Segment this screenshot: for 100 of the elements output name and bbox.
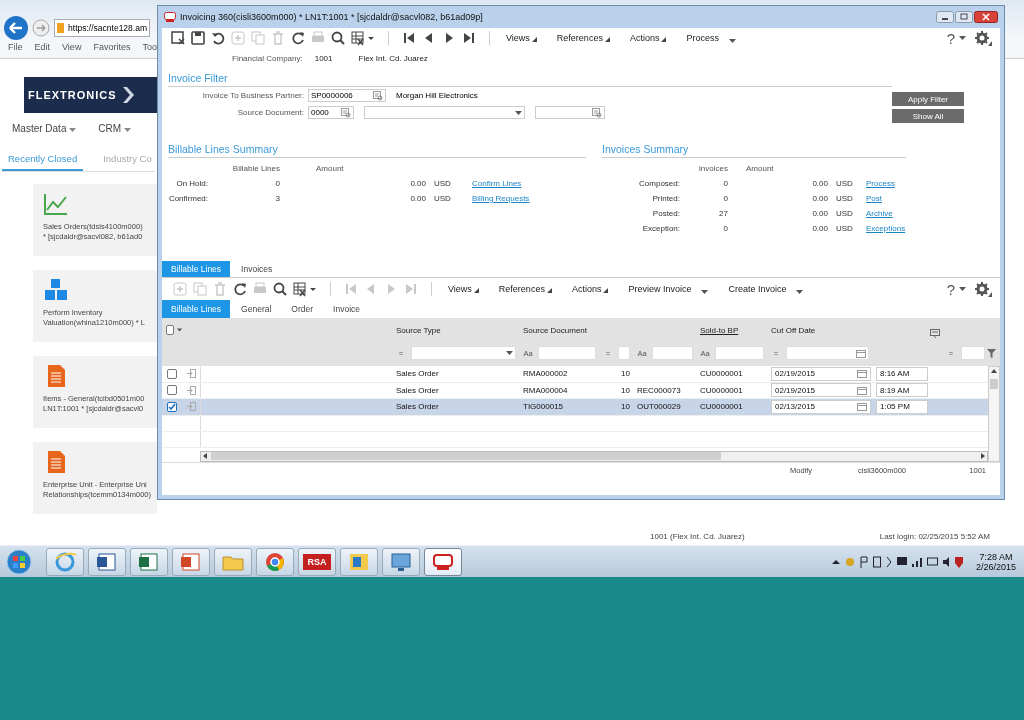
device-icon[interactable] — [872, 554, 881, 569]
horizontal-scrollbar[interactable] — [200, 450, 988, 462]
filter-field[interactable] — [715, 346, 764, 360]
column-header[interactable]: Source Document — [520, 325, 600, 335]
last-page-icon[interactable] — [461, 30, 477, 46]
toolbar-menu[interactable]: Actions — [567, 284, 613, 294]
menu-item[interactable]: File — [8, 42, 23, 56]
filter-field[interactable] — [652, 346, 693, 360]
filter-field[interactable] — [786, 346, 869, 360]
filter-field[interactable] — [538, 346, 596, 360]
time-field[interactable]: 8:16 AM — [876, 366, 928, 381]
toolbar-menu[interactable]: Process — [682, 33, 740, 43]
dropdown-arrow-icon[interactable] — [176, 328, 182, 332]
table-row[interactable]: Sales Order RMA000002 10 CU0000001 02/19/2015 8:16 AM — [162, 366, 988, 383]
search-icon[interactable] — [272, 281, 288, 297]
filter-button[interactable]: Apply Filter — [892, 92, 964, 106]
sub-tab[interactable]: Order — [282, 300, 323, 318]
close-icon[interactable] — [974, 11, 998, 23]
vertical-scrollbar[interactable] — [988, 366, 1000, 462]
undo-icon[interactable] — [210, 30, 226, 46]
column-header[interactable]: Sold-to BP — [700, 325, 739, 335]
flag-icon[interactable] — [859, 554, 868, 569]
action-link[interactable]: Confirm Lines — [472, 179, 522, 188]
time-field[interactable]: 8:19 AM — [876, 383, 928, 398]
menu-item[interactable]: Too — [142, 42, 157, 56]
date-field[interactable]: 02/13/2015 — [771, 399, 871, 414]
action-link[interactable]: Billing Requests — [472, 194, 530, 203]
lookup-icon[interactable] — [373, 90, 383, 101]
dropdown-field[interactable] — [364, 106, 525, 119]
document-field[interactable] — [535, 106, 605, 119]
row-checkbox[interactable] — [167, 401, 177, 412]
dropdown-arrow-icon[interactable] — [515, 110, 522, 115]
settings-icon[interactable] — [974, 281, 992, 297]
scroll-thumb[interactable] — [211, 452, 721, 461]
calendar-icon[interactable] — [857, 369, 867, 379]
calendar-icon[interactable] — [856, 348, 866, 358]
filter-icon[interactable] — [987, 348, 996, 358]
column-header[interactable]: Source Type — [393, 325, 520, 335]
first-page-icon[interactable] — [401, 30, 417, 46]
spreadsheet-icon[interactable] — [350, 30, 376, 46]
calendar-icon[interactable] — [857, 402, 867, 412]
presentation-app-icon[interactable] — [172, 547, 210, 576]
scroll-left-icon[interactable] — [201, 452, 209, 461]
grid-export-icon[interactable] — [170, 30, 186, 46]
search-icon[interactable] — [330, 30, 346, 46]
sub-tab[interactable]: Invoice — [324, 300, 369, 318]
help-button[interactable]: ? — [946, 29, 955, 47]
spreadsheet-app-icon[interactable] — [130, 547, 168, 576]
scroll-thumb[interactable] — [990, 379, 998, 389]
monitor-app-icon[interactable] — [382, 547, 420, 576]
row-checkbox[interactable] — [167, 368, 177, 379]
mail-app-icon[interactable] — [340, 547, 378, 576]
date-field[interactable]: 02/19/2015 — [771, 366, 871, 381]
action-link[interactable]: Exceptions — [866, 224, 906, 233]
word-processor-icon[interactable] — [88, 547, 126, 576]
toolbar-menu[interactable]: References — [494, 284, 556, 294]
toolbar-menu[interactable]: Create Invoice — [724, 284, 808, 294]
menu-item[interactable]: View — [62, 42, 82, 56]
help-button[interactable]: ? — [946, 280, 955, 298]
dropdown-arrow-icon[interactable] — [796, 290, 804, 294]
dropdown-arrow-icon[interactable] — [959, 287, 966, 291]
filter-field[interactable] — [411, 346, 516, 360]
shield-icon[interactable] — [954, 554, 964, 569]
row-checkbox[interactable] — [167, 385, 177, 396]
address-bar[interactable]: https://sacnte128.am — [54, 19, 150, 37]
window-app-icon[interactable] — [424, 547, 462, 576]
taskbar-button[interactable]: RSA — [298, 547, 336, 576]
filter-button[interactable]: Show All — [892, 109, 964, 123]
column-settings-icon[interactable] — [930, 328, 940, 338]
date-field[interactable]: 02/19/2015 — [771, 383, 871, 398]
row-detail-icon[interactable] — [186, 369, 196, 379]
settings-icon[interactable] — [974, 30, 992, 46]
dropdown-arrow-icon[interactable] — [728, 39, 736, 43]
toolbar-menu[interactable]: Views — [502, 33, 541, 43]
time-field[interactable]: 1:05 PM — [876, 399, 928, 414]
dropdown-arrow-icon[interactable] — [959, 36, 966, 40]
start-button-icon[interactable] — [6, 548, 32, 575]
dropdown-arrow-icon[interactable] — [506, 351, 513, 355]
toolbar-menu[interactable]: Preview Invoice — [624, 284, 713, 294]
calendar-icon[interactable] — [857, 385, 867, 395]
tab[interactable]: Invoices — [232, 261, 282, 277]
row-detail-icon[interactable] — [186, 385, 196, 395]
lookup-icon[interactable] — [592, 107, 602, 118]
lookup-icon[interactable] — [341, 107, 351, 118]
menu-item[interactable]: Edit — [34, 42, 51, 56]
battery-icon[interactable] — [926, 554, 938, 569]
nav-menu[interactable]: CRM — [98, 123, 131, 139]
filter-field[interactable] — [618, 346, 630, 360]
spreadsheet-icon[interactable] — [292, 281, 318, 297]
refresh-icon[interactable] — [232, 281, 248, 297]
nav-menu[interactable]: Master Data — [12, 123, 77, 139]
table-row[interactable]: Sales Order TIG000015 10 OUT000029 CU0000001 02/13/2015 1:05 PM — [162, 399, 988, 416]
toolbar-menu[interactable]: Actions — [625, 33, 671, 43]
minimize-icon[interactable] — [936, 11, 954, 23]
action-link[interactable]: Process — [866, 179, 895, 188]
menu-item[interactable]: Favorites — [93, 42, 131, 56]
filter-field[interactable] — [961, 346, 985, 360]
source-field[interactable]: 0000 — [308, 106, 354, 119]
toolbar-menu[interactable]: Views — [444, 284, 483, 294]
partner-field[interactable]: SP0000006 — [308, 89, 386, 102]
